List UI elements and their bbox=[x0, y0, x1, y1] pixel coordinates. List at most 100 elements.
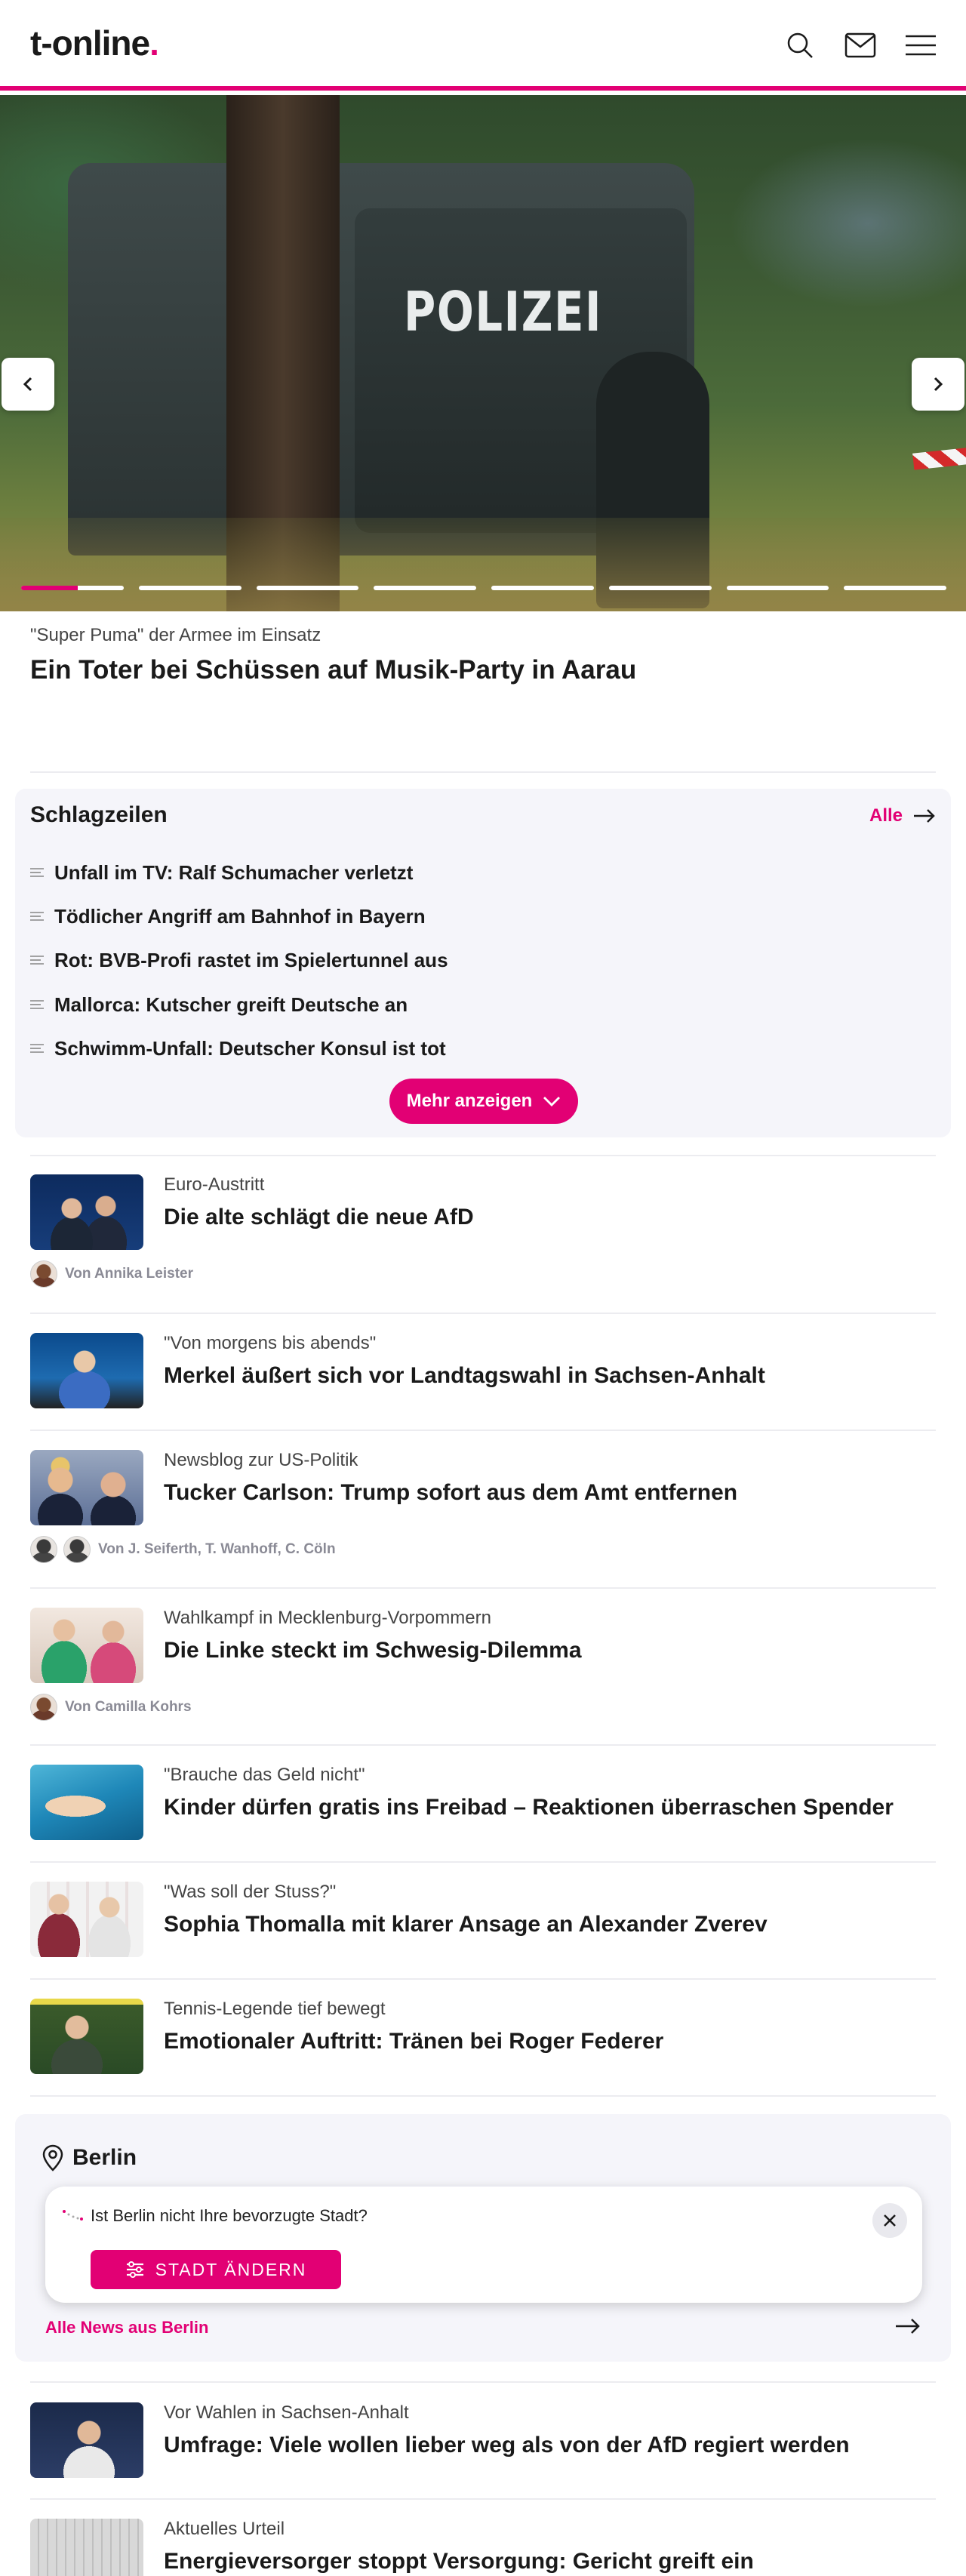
slider-dot[interactable] bbox=[374, 586, 476, 590]
hero-article-card[interactable]: "Super Puma" der Armee im Einsatz Ein To… bbox=[15, 611, 951, 713]
article-teaser[interactable]: Euro-Austritt Die alte schlägt die neue … bbox=[30, 1174, 936, 1295]
divider bbox=[30, 1313, 936, 1314]
author-avatar bbox=[30, 1536, 57, 1563]
article-title: Die alte schlägt die neue AfD bbox=[164, 1205, 474, 1230]
popup-close-button[interactable] bbox=[872, 2203, 907, 2238]
article-title: Kinder dürfen gratis ins Freibad – Reakt… bbox=[164, 1795, 894, 1820]
local-news-all-link[interactable]: Alle News aus Berlin bbox=[45, 2318, 208, 2337]
headline-text: Mallorca: Kutscher greift Deutsche an bbox=[54, 993, 408, 1016]
logo-dot: . bbox=[149, 23, 159, 63]
article-kicker: Euro-Austritt bbox=[164, 1174, 265, 1195]
article-title: Tucker Carlson: Trump sofort aus dem Amt… bbox=[164, 1480, 738, 1505]
article-thumbnail bbox=[30, 2519, 143, 2576]
article-author: Von Annika Leister bbox=[30, 1260, 193, 1288]
headline-item[interactable]: Tödlicher Angriff am Bahnhof in Bayern bbox=[30, 905, 426, 928]
headline-item[interactable]: Unfall im TV: Ralf Schumacher verletzt bbox=[30, 861, 413, 885]
change-city-button[interactable]: STADT ÄNDERN bbox=[91, 2250, 341, 2289]
article-thumbnail bbox=[30, 1999, 143, 2074]
more-headlines-label: Mehr anzeigen bbox=[406, 1091, 533, 1111]
slider-dot[interactable] bbox=[844, 586, 946, 590]
arrow-right-icon[interactable] bbox=[895, 2318, 921, 2334]
headline-text: Rot: BVB-Profi rastet im Spielertunnel a… bbox=[54, 949, 448, 971]
article-teaser[interactable]: Newsblog zur US-Politik Tucker Carlson: … bbox=[30, 1450, 936, 1571]
article-thumbnail bbox=[30, 1450, 143, 1525]
article-title: Merkel äußert sich vor Landtagswahl in S… bbox=[164, 1363, 765, 1388]
lines-icon bbox=[30, 867, 44, 877]
article-thumbnail bbox=[30, 2402, 143, 2478]
article-author: Von Camilla Kohrs bbox=[30, 1694, 192, 1721]
headline-item[interactable]: Schwimm-Unfall: Deutscher Konsul ist tot bbox=[30, 1037, 446, 1060]
headline-item[interactable]: Mallorca: Kutscher greift Deutsche an bbox=[30, 993, 408, 1017]
t-online-logo[interactable]: t-online. bbox=[30, 23, 159, 63]
city-change-popup: Ist Berlin nicht Ihre bevorzugte Stadt? … bbox=[45, 2187, 922, 2303]
hero-slider[interactable]: POLIZEI bbox=[0, 95, 966, 611]
arrow-right-icon bbox=[914, 809, 935, 823]
article-kicker: Tennis-Legende tief bewegt bbox=[164, 1999, 386, 2019]
lines-icon bbox=[30, 999, 44, 1009]
slider-dot[interactable] bbox=[21, 586, 124, 590]
divider bbox=[30, 1155, 936, 1156]
slider-dot[interactable] bbox=[138, 586, 242, 590]
change-city-label: STADT ÄNDERN bbox=[155, 2259, 307, 2279]
divider bbox=[30, 2381, 936, 2383]
slider-prev-button[interactable] bbox=[2, 358, 54, 411]
lines-icon bbox=[30, 955, 44, 965]
article-kicker: Aktuelles Urteil bbox=[164, 2519, 285, 2539]
article-teaser[interactable]: "Von morgens bis abends" Merkel äußert s… bbox=[30, 1333, 936, 1408]
hero-kicker: "Super Puma" der Armee im Einsatz bbox=[30, 625, 321, 645]
article-thumbnail bbox=[30, 1333, 143, 1408]
dotted-path-icon bbox=[63, 2210, 83, 2221]
slider-dot[interactable] bbox=[726, 586, 829, 590]
divider bbox=[30, 1978, 936, 1980]
slider-dot-progress bbox=[21, 586, 78, 590]
divider bbox=[30, 1744, 936, 1746]
close-icon bbox=[884, 2214, 896, 2227]
article-teaser[interactable]: Wahlkampf in Mecklenburg-Vorpommern Die … bbox=[30, 1608, 936, 1728]
schlagzeilen-all-link[interactable]: Alle bbox=[869, 805, 936, 826]
author-name: Von J. Seiferth, T. Wanhoff, C. Cöln bbox=[98, 1541, 336, 1557]
article-kicker: "Von morgens bis abends" bbox=[164, 1333, 377, 1353]
search-icon[interactable] bbox=[782, 27, 818, 63]
article-teaser[interactable]: Tennis-Legende tief bewegt Emotionaler A… bbox=[30, 1999, 936, 2074]
lines-icon bbox=[30, 911, 44, 921]
sliders-icon bbox=[126, 2261, 143, 2278]
slider-pagination bbox=[21, 586, 946, 590]
location-pin-icon bbox=[42, 2144, 63, 2171]
author-avatar bbox=[30, 1260, 57, 1288]
menu-icon[interactable] bbox=[903, 27, 939, 63]
slider-dot[interactable] bbox=[608, 586, 712, 590]
headline-item[interactable]: Rot: BVB-Profi rastet im Spielertunnel a… bbox=[30, 949, 448, 972]
article-thumbnail bbox=[30, 1765, 143, 1840]
article-kicker: "Was soll der Stuss?" bbox=[164, 1882, 337, 1902]
slider-dot[interactable] bbox=[491, 586, 594, 590]
divider bbox=[30, 1587, 936, 1589]
hero-title[interactable]: Ein Toter bei Schüssen auf Musik-Party i… bbox=[30, 655, 936, 685]
chevron-left-icon bbox=[23, 377, 32, 392]
logo-text: t-online bbox=[30, 23, 150, 63]
article-title: Die Linke steckt im Schwesig-Dilemma bbox=[164, 1638, 582, 1663]
divider bbox=[30, 771, 936, 773]
schlagzeilen-box: Schlagzeilen Alle Unfall im TV: Ralf Sch… bbox=[15, 789, 951, 1137]
slider-next-button[interactable] bbox=[912, 358, 964, 411]
more-headlines-button[interactable]: Mehr anzeigen bbox=[389, 1079, 578, 1124]
schlagzeilen-title: Schlagzeilen bbox=[30, 802, 168, 827]
local-news-header: Berlin bbox=[42, 2144, 137, 2171]
site-header: t-online. bbox=[0, 0, 966, 91]
article-teaser[interactable]: Vor Wahlen in Sachsen-Anhalt Umfrage: Vi… bbox=[30, 2402, 936, 2478]
article-teaser[interactable]: Aktuelles Urteil Energieversorger stoppt… bbox=[30, 2519, 936, 2576]
article-title: Energieversorger stoppt Versorgung: Geri… bbox=[164, 2549, 754, 2574]
article-kicker: Wahlkampf in Mecklenburg-Vorpommern bbox=[164, 1608, 491, 1628]
article-title: Sophia Thomalla mit klarer Ansage an Ale… bbox=[164, 1912, 768, 1937]
headline-text: Tödlicher Angriff am Bahnhof in Bayern bbox=[54, 905, 426, 928]
city-change-question: Ist Berlin nicht Ihre bevorzugte Stadt? bbox=[91, 2206, 368, 2225]
author-name: Von Camilla Kohrs bbox=[65, 1699, 192, 1715]
mail-icon[interactable] bbox=[842, 27, 878, 63]
divider bbox=[30, 2498, 936, 2500]
article-kicker: Newsblog zur US-Politik bbox=[164, 1450, 358, 1470]
chevron-right-icon bbox=[934, 377, 943, 392]
article-thumbnail bbox=[30, 1608, 143, 1683]
article-teaser[interactable]: "Was soll der Stuss?" Sophia Thomalla mi… bbox=[30, 1882, 936, 1957]
hero-image-vehicle-text: POLIZEI bbox=[404, 280, 603, 343]
slider-dot[interactable] bbox=[256, 586, 359, 590]
article-teaser[interactable]: "Brauche das Geld nicht" Kinder dürfen g… bbox=[30, 1765, 936, 1840]
